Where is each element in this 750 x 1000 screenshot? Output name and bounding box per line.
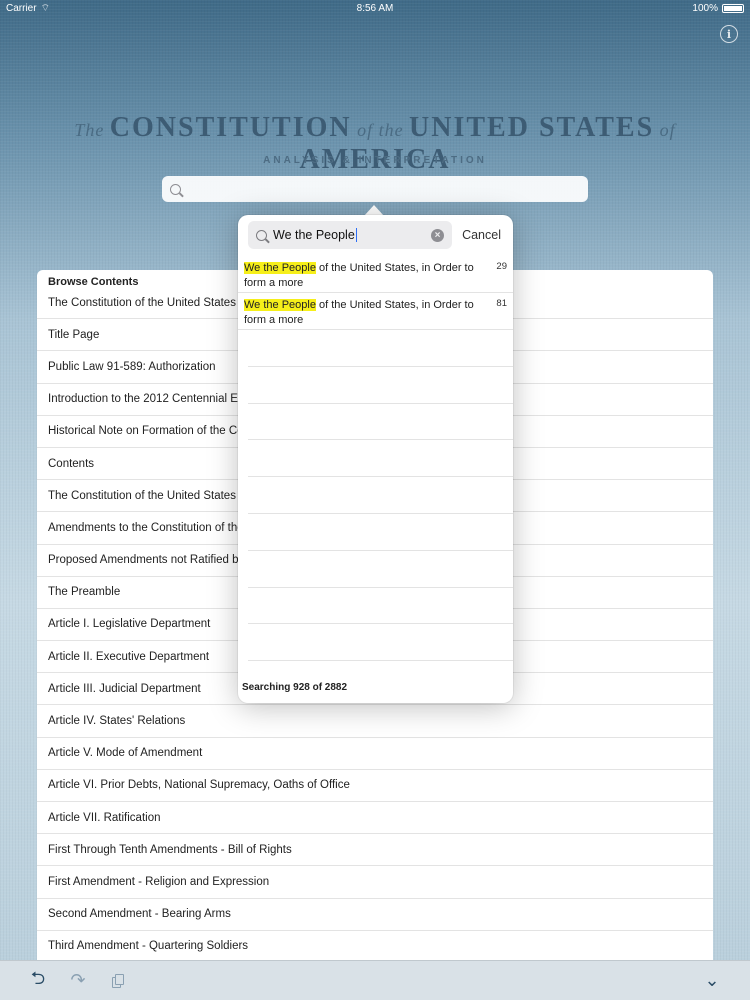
- cancel-button[interactable]: Cancel: [462, 228, 503, 242]
- result-highlight: We the People: [244, 262, 316, 274]
- page-subtitle: ANALYSIS & INTERPRETATION: [263, 155, 487, 166]
- empty-result-row: [248, 551, 513, 588]
- list-item[interactable]: First Through Tenth Amendments - Bill of…: [37, 834, 713, 867]
- empty-result-row: [248, 588, 513, 625]
- chevron-down-icon[interactable]: ⌄: [692, 970, 732, 991]
- list-item[interactable]: Article V. Mode of Amendment: [37, 738, 713, 770]
- main-search-input[interactable]: [162, 176, 588, 202]
- search-result-item[interactable]: We the People of the United States, in O…: [238, 293, 513, 330]
- search-progress-status: Searching 928 of 2882: [242, 682, 348, 693]
- wifi-icon: ⌔: [40, 2, 50, 14]
- list-item[interactable]: Third Amendment - Quartering Soldiers: [37, 931, 713, 960]
- popover-search-input[interactable]: We the People ×: [248, 221, 453, 249]
- undo-icon[interactable]: ⮌: [18, 966, 58, 996]
- list-item[interactable]: Article IV. States' Relations: [37, 705, 713, 738]
- empty-result-row: [248, 404, 513, 441]
- result-count: 81: [496, 298, 507, 309]
- copy-icon[interactable]: [112, 973, 124, 988]
- battery-percent: 100%: [692, 2, 718, 14]
- search-result-item[interactable]: We the People of the United States, in O…: [238, 256, 513, 293]
- battery-icon: [722, 3, 744, 13]
- info-icon[interactable]: i: [720, 25, 738, 43]
- text-caret: [355, 228, 357, 243]
- list-item[interactable]: Second Amendment - Bearing Arms: [37, 899, 713, 931]
- empty-result-row: [248, 440, 513, 478]
- search-icon: [256, 229, 267, 241]
- search-results-list: We the People of the United States, in O…: [238, 256, 513, 662]
- search-icon: [170, 183, 181, 195]
- redo-icon[interactable]: ↷: [58, 970, 98, 991]
- bottom-toolbar: ⮌ ↷ ⌄: [0, 960, 750, 1000]
- empty-result-row: [248, 477, 513, 514]
- empty-result-row: [248, 514, 513, 551]
- carrier-label: Carrier: [6, 2, 37, 14]
- result-count: 29: [496, 261, 507, 272]
- empty-result-row: [248, 330, 513, 367]
- result-highlight: We the People: [244, 299, 316, 311]
- list-item[interactable]: Article VI. Prior Debts, National Suprem…: [37, 770, 713, 802]
- page-title: The CONSTITUTION of the UNITED STATES of…: [74, 112, 676, 175]
- clock-time: 8:56 AM: [356, 2, 394, 14]
- clear-icon[interactable]: ×: [431, 228, 445, 242]
- search-query-text: We the People: [273, 227, 355, 242]
- list-item[interactable]: First Amendment - Religion and Expressio…: [37, 866, 713, 899]
- list-item[interactable]: Article VII. Ratification: [37, 802, 713, 835]
- popover-search-row: We the People × Cancel: [248, 221, 503, 249]
- search-popover: We the People × Cancel We the People of …: [238, 215, 513, 703]
- empty-result-row: [248, 624, 513, 662]
- empty-result-row: [248, 367, 513, 404]
- status-bar: Carrier ⌔ 8:56 AM 100%: [0, 0, 750, 16]
